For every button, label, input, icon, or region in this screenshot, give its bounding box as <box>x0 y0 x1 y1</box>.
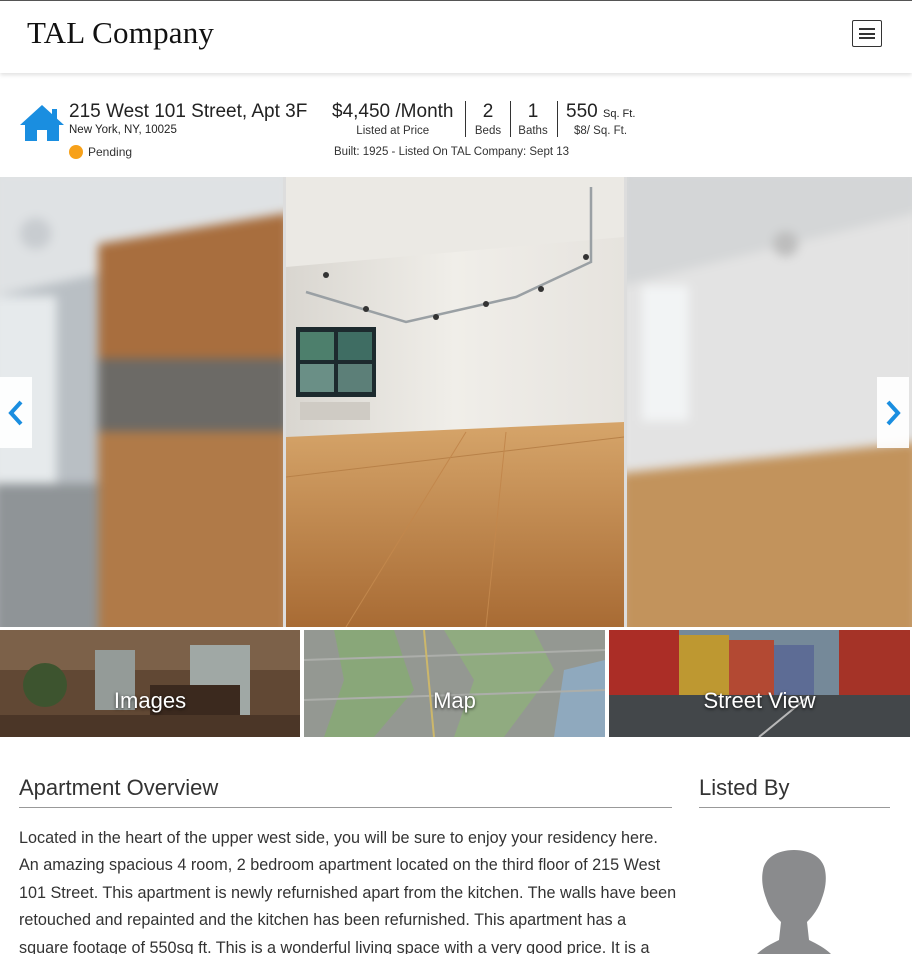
price-per-sqft: $8/ Sq. Ft. <box>574 125 628 137</box>
carousel-next-button[interactable] <box>877 377 909 448</box>
beds-stat: 2 Beds <box>472 101 504 137</box>
baths-stat: 1 Baths <box>516 101 550 137</box>
sqft-stat: 550 Sq. Ft. $8/ Sq. Ft. <box>566 101 635 137</box>
sqft-value: 550 <box>566 101 598 122</box>
beds-value: 2 <box>482 101 494 122</box>
overview-heading: Apartment Overview <box>19 775 219 800</box>
listing-address: 215 West 101 Street, Apt 3F <box>69 101 308 122</box>
bedroom-scene <box>627 177 912 627</box>
person-silhouette-icon <box>757 850 831 954</box>
kitchen-scene <box>0 177 283 627</box>
price-label: Listed at Price <box>356 125 430 137</box>
media-tiles: Images Map Street View <box>0 630 912 737</box>
divider <box>557 101 558 137</box>
status-badge: Pending <box>69 145 132 159</box>
chevron-right-icon <box>886 400 901 425</box>
divider <box>465 101 466 137</box>
hamburger-menu-icon <box>859 28 875 30</box>
bedroom-photo[interactable] <box>627 177 912 627</box>
living-room-photo[interactable] <box>286 177 624 627</box>
divider <box>510 101 511 137</box>
listed-by-divider <box>699 807 890 808</box>
beds-label: Beds <box>474 125 502 137</box>
images-tile-label: Images <box>113 688 187 713</box>
street-view-tile-label: Street View <box>703 688 816 713</box>
chevron-left-icon <box>8 400 23 425</box>
top-navbar: TAL Company <box>0 0 912 73</box>
status-label: Pending <box>88 145 133 159</box>
overview-divider <box>19 807 672 808</box>
built-listed-info: Built: 1925 - Listed On TAL Company: Sep… <box>334 146 570 158</box>
images-thumbnail <box>0 630 300 737</box>
kitchen-photo[interactable] <box>0 177 283 627</box>
sqft-unit: Sq. Ft. <box>602 108 636 120</box>
status-dot-icon <box>69 145 83 159</box>
images-tile[interactable]: Images <box>0 630 300 737</box>
price-value: $4,450 /Month <box>332 101 454 122</box>
street-view-thumbnail <box>609 630 910 737</box>
listing-summary: 215 West 101 Street, Apt 3F New York, NY… <box>0 73 912 177</box>
map-tile[interactable]: Map <box>304 630 605 737</box>
home-icon <box>20 105 64 141</box>
baths-value: 1 <box>527 101 539 122</box>
price-stat: $4,450 /Month Listed at Price <box>332 101 453 137</box>
map-thumbnail <box>304 630 605 737</box>
carousel-prev-button[interactable] <box>0 377 32 448</box>
baths-label: Baths <box>518 125 548 137</box>
listed-by-heading: Listed By <box>699 775 790 800</box>
living-room-scene <box>286 177 624 627</box>
hamburger-line <box>859 32 875 35</box>
hamburger-line <box>859 37 875 39</box>
overview-description: Located in the heart of the upper west s… <box>19 829 677 954</box>
map-tile-label: Map <box>433 688 476 713</box>
hamburger-menu-button[interactable] <box>852 20 882 47</box>
street-view-tile[interactable]: Street View <box>609 630 910 737</box>
brand-logo[interactable]: TAL Company <box>27 15 214 51</box>
photo-carousel[interactable] <box>0 177 912 627</box>
listing-city: New York, NY, 10025 <box>69 124 177 136</box>
